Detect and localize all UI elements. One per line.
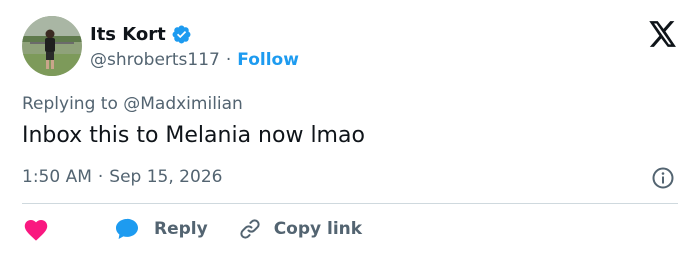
tweet-text: Inbox this to Melania now lmao: [22, 123, 365, 148]
reply-button[interactable]: Reply: [114, 217, 208, 241]
avatar-photo: [22, 16, 82, 76]
author-name-row[interactable]: Its Kort: [90, 22, 192, 46]
separator-dot: ·: [225, 50, 232, 70]
tweet-timestamp[interactable]: 1:50 AM · Sep 15, 2026: [22, 167, 222, 189]
link-icon: [240, 219, 260, 239]
copy-link-button[interactable]: Copy link: [238, 217, 362, 241]
verified-badge-icon: [172, 25, 191, 43]
author-handle[interactable]: @shroberts117: [90, 50, 220, 70]
action-bar: Reply Copy link: [22, 215, 362, 243]
reply-bubble-icon: [116, 218, 138, 239]
x-logo-icon[interactable]: [649, 21, 677, 47]
heart-icon: [24, 220, 48, 241]
author-name[interactable]: Its Kort: [90, 24, 166, 45]
author-handle-row: @shroberts117 · Follow: [90, 49, 299, 71]
replying-to: Replying to @Madximilian: [22, 94, 243, 114]
avatar[interactable]: [22, 16, 82, 76]
divider: [22, 203, 678, 204]
tweet-date: Sep 15, 2026: [109, 167, 223, 187]
like-button[interactable]: [22, 217, 50, 241]
separator-dot: ·: [97, 167, 104, 187]
info-icon[interactable]: [651, 166, 675, 190]
copy-link-label: Copy link: [273, 219, 363, 239]
tweet-time: 1:50 AM: [22, 167, 92, 187]
reply-label: Reply: [154, 219, 208, 239]
follow-button[interactable]: Follow: [237, 50, 299, 70]
